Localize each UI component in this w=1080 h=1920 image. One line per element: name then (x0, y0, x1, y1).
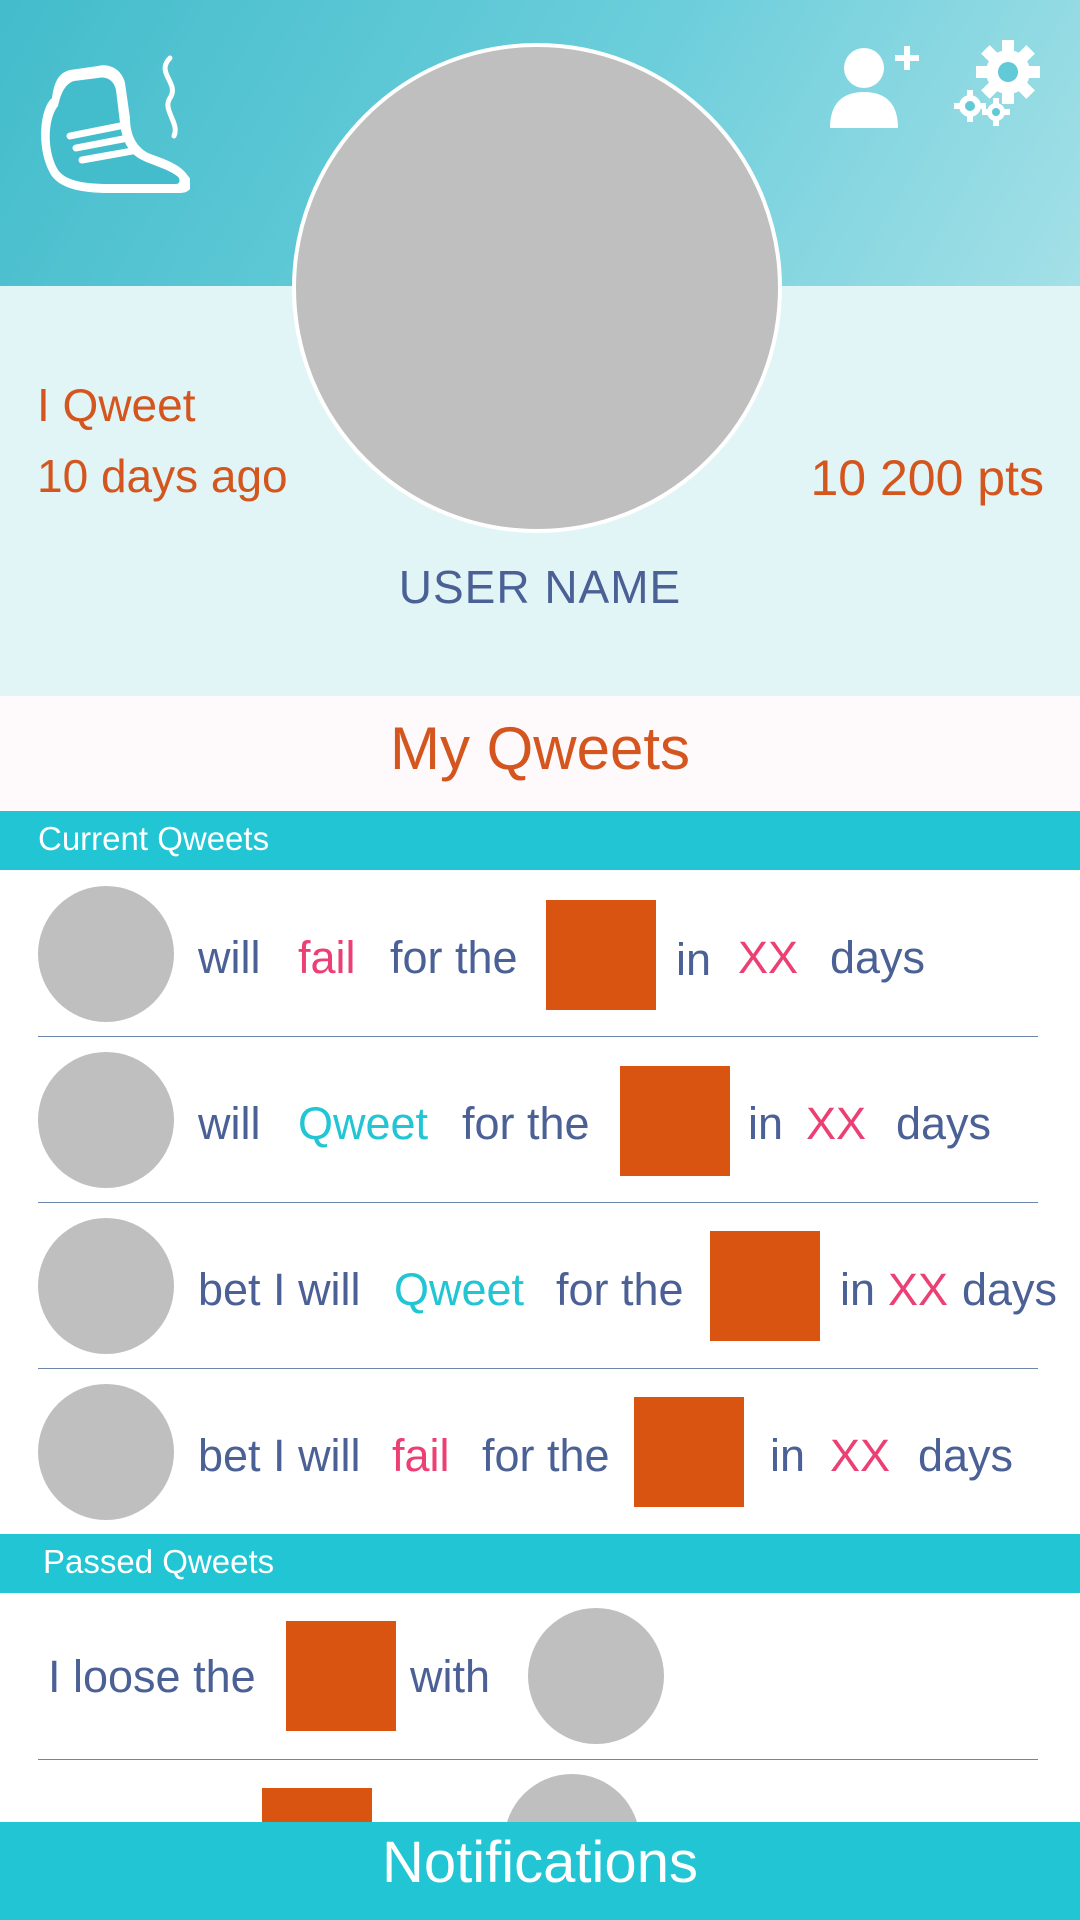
friend-avatar (38, 1218, 174, 1354)
qweet-for-the: for the (462, 1098, 590, 1149)
qweet-verb: bet I will (198, 1430, 361, 1481)
gears-icon[interactable] (952, 38, 1052, 128)
list-item[interactable]: will fail for the in XX days (0, 870, 1080, 1036)
qweet-action: Qweet (298, 1098, 429, 1149)
friend-avatar (528, 1608, 664, 1744)
challenge-square (262, 1788, 372, 1822)
list-item[interactable] (0, 1760, 1080, 1822)
list-item[interactable]: will Qweet for the in XX days (0, 1036, 1080, 1202)
qweet-duration: XX (806, 1098, 867, 1149)
user-name: USER NAME (398, 561, 682, 613)
sneaker-logo-icon (41, 55, 190, 193)
qweet-action: Qweet (394, 1264, 525, 1315)
friend-avatar (38, 886, 174, 1022)
last-qweet-time: 10 days ago (37, 450, 288, 502)
list-item[interactable]: I loose the with (0, 1593, 1080, 1759)
notifications-button[interactable]: Notifications (0, 1829, 1080, 1896)
qweet-verb: will (198, 1098, 261, 1149)
qweet-in: in (748, 1098, 784, 1149)
challenge-square (286, 1621, 396, 1731)
friend-avatar (504, 1774, 640, 1822)
passed-qweet-with: with (410, 1651, 491, 1702)
qweet-for-the: for the (390, 932, 518, 983)
list-item[interactable]: bet I will fail for the in XX days (0, 1368, 1080, 1534)
last-qweet-label: I Qweet (37, 379, 196, 431)
add-user-icon[interactable] (824, 40, 924, 130)
qweet-duration: XX (888, 1264, 949, 1315)
qweet-in: in (840, 1264, 876, 1315)
qweet-in: in (770, 1430, 806, 1481)
qweet-days: days (830, 932, 926, 983)
current-qweets-title: Current Qweets (38, 820, 270, 857)
challenge-square (710, 1231, 820, 1341)
friend-avatar (38, 1384, 174, 1520)
passed-qweets-title: Passed Qweets (43, 1543, 275, 1580)
challenge-square (620, 1066, 730, 1176)
qweet-in: in (676, 934, 712, 985)
qweet-days: days (962, 1264, 1058, 1315)
challenge-square (634, 1397, 744, 1507)
qweet-verb: bet I will (198, 1264, 361, 1315)
qweet-for-the: for the (556, 1264, 684, 1315)
qweet-duration: XX (830, 1430, 891, 1481)
qweet-days: days (918, 1430, 1014, 1481)
challenge-square (546, 900, 656, 1010)
passed-qweet-text: I loose the (48, 1651, 256, 1702)
qweet-days: days (896, 1098, 992, 1149)
qweet-action: fail (392, 1430, 450, 1481)
list-item[interactable]: bet I will Qweet for the in XX days (0, 1202, 1080, 1368)
qweet-duration: XX (738, 932, 799, 983)
qweet-action: fail (298, 932, 356, 983)
friend-avatar (38, 1052, 174, 1188)
points-value: 10 200 pts (810, 450, 1044, 506)
profile-avatar[interactable] (292, 43, 782, 533)
qweet-verb: will (198, 932, 261, 983)
qweet-for-the: for the (482, 1430, 610, 1481)
my-qweets-title: My Qweets (389, 715, 691, 782)
